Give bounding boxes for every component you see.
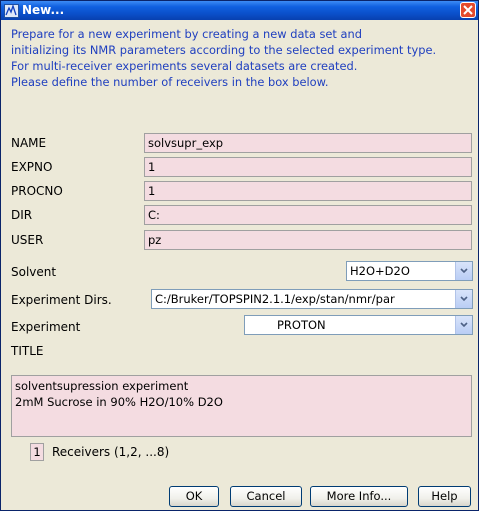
- user-field[interactable]: pz: [144, 230, 472, 250]
- dir-label: DIR: [11, 208, 33, 222]
- chevron-down-icon: [460, 322, 468, 328]
- experiment-dirs-dropdown-button[interactable]: [455, 290, 472, 308]
- solvent-dropdown-button[interactable]: [455, 262, 472, 280]
- title-line: solventsupression experiment: [15, 379, 189, 393]
- new-dataset-dialog: New... Prepare for a new experiment by c…: [0, 0, 479, 511]
- cancel-button[interactable]: Cancel: [230, 486, 302, 507]
- experiment-dropdown-button[interactable]: [455, 316, 472, 334]
- dir-field[interactable]: C:: [144, 205, 472, 225]
- help-button[interactable]: Help: [418, 486, 471, 507]
- solvent-label: Solvent: [11, 265, 57, 279]
- procno-field[interactable]: 1: [144, 181, 472, 201]
- intro-line: Prepare for a new experiment by creating…: [11, 27, 362, 41]
- topspin-app-icon: [4, 3, 19, 18]
- name-label: NAME: [11, 136, 47, 150]
- experiment-dirs-value: C:/Bruker/TOPSPIN2.1.1/exp/stan/nmr/par: [155, 292, 395, 306]
- expno-label: EXPNO: [11, 160, 53, 174]
- user-label: USER: [11, 233, 44, 247]
- ok-button[interactable]: OK: [169, 486, 219, 507]
- procno-label: PROCNO: [11, 184, 63, 198]
- more-info-button[interactable]: More Info...: [310, 486, 408, 507]
- intro-line: For multi-receiver experiments several d…: [11, 59, 358, 73]
- intro-text: Prepare for a new experiment by creating…: [11, 26, 479, 90]
- close-icon: [463, 5, 473, 15]
- title-textarea[interactable]: solventsupression experiment 2mM Sucrose…: [11, 375, 472, 437]
- title-label: TITLE: [11, 344, 44, 358]
- close-button[interactable]: [460, 2, 476, 18]
- title-line: 2mM Sucrose in 90% H2O/10% D2O: [15, 395, 223, 409]
- title-bar[interactable]: New...: [1, 1, 478, 20]
- solvent-select[interactable]: H2O+D2O: [346, 261, 473, 281]
- chevron-down-icon: [460, 268, 468, 274]
- name-field[interactable]: solvsupr_exp: [144, 133, 472, 153]
- chevron-down-icon: [460, 296, 468, 302]
- receivers-field[interactable]: 1: [30, 443, 44, 461]
- experiment-label: Experiment: [11, 320, 81, 334]
- experiment-dirs-select[interactable]: C:/Bruker/TOPSPIN2.1.1/exp/stan/nmr/par: [151, 289, 473, 309]
- intro-line: Please define the number of receivers in…: [11, 75, 329, 89]
- window-title: New...: [22, 3, 65, 17]
- intro-line: initializing its NMR parameters accordin…: [11, 43, 437, 57]
- expno-field[interactable]: 1: [144, 157, 472, 177]
- experiment-dirs-label: Experiment Dirs.: [11, 293, 112, 307]
- experiment-value: PROTON: [277, 318, 326, 332]
- experiment-select[interactable]: PROTON: [244, 315, 473, 335]
- receivers-label: Receivers (1,2, ...8): [52, 445, 170, 459]
- solvent-value: H2O+D2O: [350, 264, 410, 278]
